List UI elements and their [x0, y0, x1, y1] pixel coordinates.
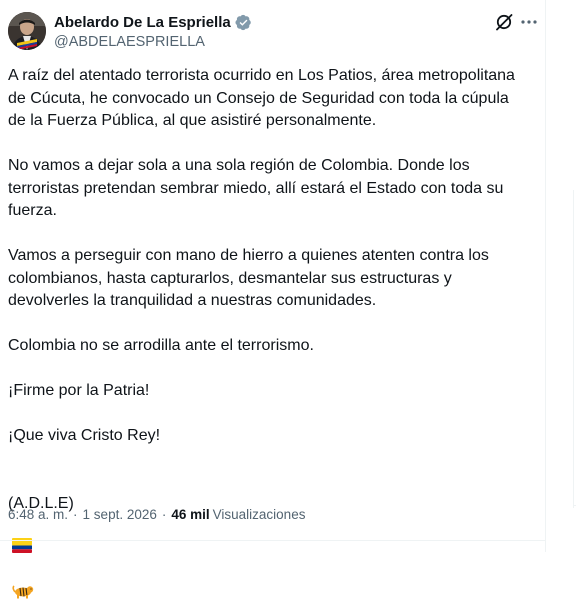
tweet-meta: 6:48 a. m. · 1 sept. 2026 · 46 mil Visua… — [8, 506, 305, 524]
views-label: Visualizaciones — [212, 507, 306, 522]
avatar-image — [8, 12, 46, 50]
tweet-paragraph: ¡Firme por la Patria! — [8, 382, 150, 399]
tiger-emoji — [12, 560, 34, 606]
tweet-paragraph: A raíz del atentado terrorista ocurrido … — [8, 67, 515, 129]
verified-badge-icon — [235, 14, 251, 31]
tweet-paragraph: Colombia no se arrodilla ante el terrori… — [8, 337, 314, 354]
grok-button[interactable] — [494, 12, 514, 32]
author-display-name[interactable]: Abelardo De La Espriella — [54, 13, 231, 32]
tweet-date[interactable]: 1 sept. 2026 — [83, 506, 157, 524]
more-options-button[interactable] — [518, 12, 540, 32]
author-handle[interactable]: @ABDELAESPRIELLA — [54, 33, 205, 51]
tweet-paragraph: ¡Que viva Cristo Rey! — [8, 427, 161, 444]
tweet-paragraph: Vamos a perseguir con mano de hierro a q… — [8, 247, 489, 309]
tweet-article: Abelardo De La Espriella @ABDELAESPRIELL… — [0, 0, 546, 598]
more-icon — [521, 20, 537, 24]
tweet-signature-line: (A.D.L.E) — [8, 470, 538, 606]
avatar[interactable] — [8, 12, 46, 50]
meta-separator: · — [161, 507, 167, 522]
meta-separator: · — [73, 507, 78, 522]
tweet-paragraph: No vamos a dejar sola a una sola región … — [8, 157, 504, 219]
views-count: 46 mil — [171, 507, 210, 522]
right-sidebar-edge — [563, 0, 576, 552]
sidebar-card-border — [573, 190, 574, 508]
grok-icon — [496, 14, 513, 31]
tweet-time[interactable]: 6:48 a. m. — [8, 506, 68, 524]
tweet-text: A raíz del atentado terrorista ocurrido … — [8, 65, 538, 606]
divider — [0, 540, 546, 541]
author-name-row: Abelardo De La Espriella — [54, 13, 252, 32]
